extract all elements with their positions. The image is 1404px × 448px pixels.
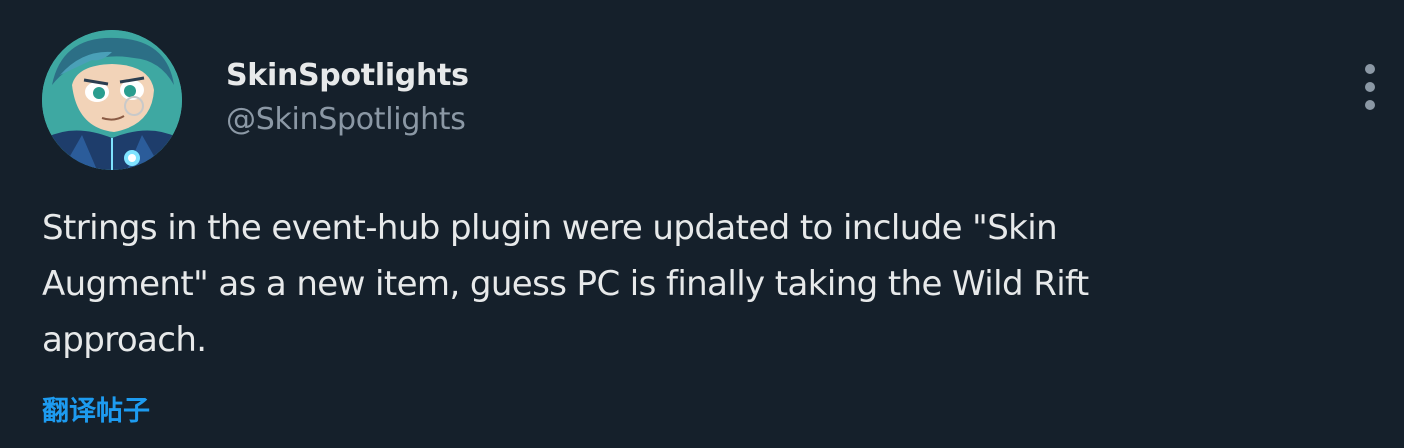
author-info: SkinSpotlights @SkinSpotlights: [226, 54, 469, 142]
avatar[interactable]: [42, 30, 182, 170]
tweet-text-line: Strings in the event-hub plugin were upd…: [42, 208, 1058, 248]
tweet-card: SkinSpotlights @SkinSpotlights Strings i…: [0, 0, 1404, 448]
tweet-text-line: Augment" as a new item, guess PC is fina…: [42, 264, 1089, 304]
user-handle[interactable]: @SkinSpotlights: [226, 98, 469, 142]
avatar-image: [42, 30, 182, 170]
more-vertical-icon[interactable]: [1354, 62, 1386, 112]
more-dot: [1365, 64, 1375, 74]
tweet-text-line: approach.: [42, 320, 207, 360]
tweet-text: Strings in the event-hub plugin were upd…: [42, 200, 1362, 368]
translate-post-link[interactable]: 翻译帖子: [42, 392, 150, 432]
more-dot: [1365, 82, 1375, 92]
more-dot: [1365, 100, 1375, 110]
display-name[interactable]: SkinSpotlights: [226, 54, 469, 98]
